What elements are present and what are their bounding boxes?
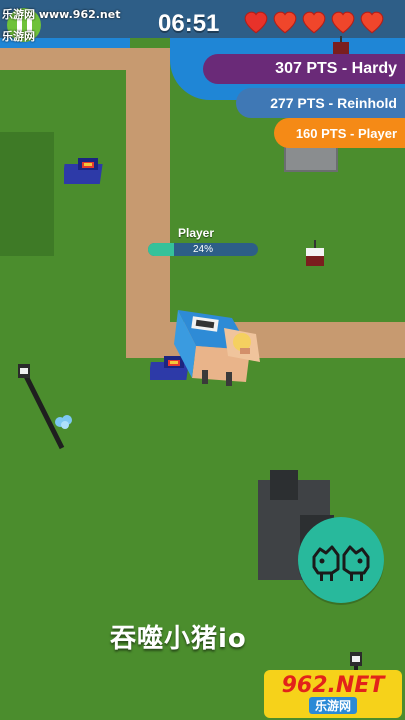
lives-hearts — [243, 10, 385, 36]
ability-button[interactable] — [298, 517, 384, 603]
progress-percent: 24% — [192, 244, 213, 255]
heart-icon — [331, 11, 355, 34]
treasure-chest-icon[interactable] — [64, 154, 108, 190]
cake-icon[interactable] — [302, 240, 328, 272]
twin-pigs-icon — [312, 545, 370, 581]
player-name-label: Player — [178, 226, 215, 240]
heart-icon — [244, 11, 268, 34]
heart-icon — [302, 11, 326, 34]
heart-icon — [273, 11, 297, 34]
lamp-post-icon — [18, 364, 65, 450]
watermark-text: 乐游网 www.962.net — [2, 8, 121, 21]
dark-grass-patch — [0, 132, 54, 256]
rock-shadow — [270, 470, 298, 500]
game-timer: 06:51 — [158, 10, 220, 37]
player-progress-bar: 24% — [148, 243, 258, 256]
site-logo: 962.NET 乐游网 — [264, 670, 402, 718]
flower-icon — [55, 415, 72, 429]
heart-icon — [360, 11, 384, 34]
logo-sub-text: 乐游网 — [308, 696, 357, 714]
game-title-caption: 吞噬小猪io — [110, 624, 247, 654]
leaderboard-entry: 307 PTS - Hardy — [203, 54, 405, 84]
leaderboard-entry: 160 PTS - Player — [274, 118, 405, 148]
logo-main-text: 962.NET — [281, 672, 385, 698]
leaderboard-entry: 277 PTS - Reinhold — [236, 88, 405, 118]
cake-icon[interactable] — [330, 36, 352, 56]
player-pig-icon — [174, 310, 260, 386]
watermark-side: 乐游网 — [2, 30, 35, 43]
